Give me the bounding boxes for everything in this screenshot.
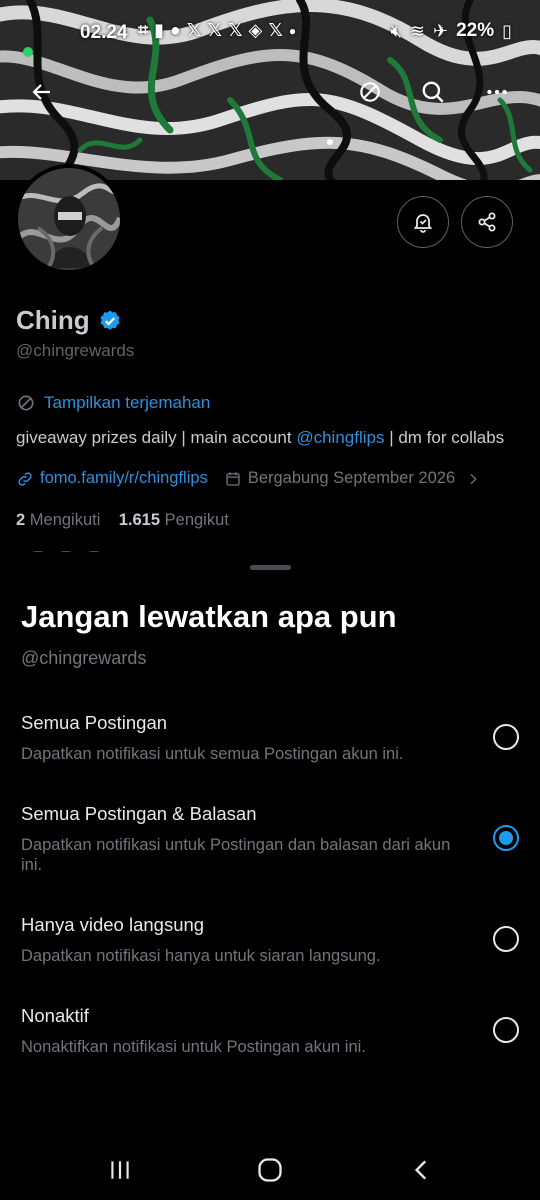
arrow-left-icon bbox=[32, 84, 50, 100]
option-live-video-only[interactable]: Hanya video langsung Dapatkan notifikasi… bbox=[0, 914, 540, 1004]
option-title: Semua Postingan & Balasan bbox=[21, 803, 257, 824]
profile-meta: fomo.family/r/chingflips Bergabung Septe… bbox=[16, 469, 481, 488]
sheet-title: Jangan lewatkan apa pun bbox=[21, 599, 397, 634]
x-icon: 𝕏 bbox=[207, 20, 222, 40]
chevron-left-icon bbox=[414, 1160, 427, 1180]
show-translation-link[interactable]: Tampilkan terjemahan bbox=[16, 393, 210, 413]
radio-all-posts[interactable] bbox=[493, 724, 519, 750]
followers-label: Pengikut bbox=[164, 511, 229, 529]
profile-name: Ching bbox=[16, 305, 122, 336]
notification-settings-sheet: Jangan lewatkan apa pun @chingrewards Se… bbox=[0, 552, 540, 1200]
translate-icon bbox=[18, 395, 34, 411]
battery-icon: ▯ bbox=[502, 20, 512, 41]
radio-posts-and-replies[interactable] bbox=[493, 825, 519, 851]
profile-bio: giveaway prizes daily | main account @ch… bbox=[16, 428, 504, 448]
battery-percent: 22% bbox=[456, 20, 495, 41]
radio-live-video-only[interactable] bbox=[493, 926, 519, 952]
radio-off[interactable] bbox=[493, 1017, 519, 1043]
home-button[interactable] bbox=[248, 1152, 292, 1188]
sheet-drag-handle[interactable] bbox=[250, 565, 291, 570]
profile-website-link[interactable]: fomo.family/r/chingflips bbox=[40, 469, 208, 488]
option-title: Nonaktif bbox=[21, 1005, 89, 1026]
option-posts-and-replies[interactable]: Semua Postingan & Balasan Dapatkan notif… bbox=[0, 803, 540, 893]
more-horizontal-icon bbox=[487, 89, 507, 95]
bio-mention-link[interactable]: @chingflips bbox=[296, 428, 384, 447]
option-description: Dapatkan notifikasi hanya untuk siaran l… bbox=[21, 947, 381, 965]
bio-text: giveaway prizes daily | main account bbox=[16, 428, 297, 447]
translate-icon bbox=[360, 82, 380, 102]
follow-stats: 2 Mengikuti 1.615 Pengikut bbox=[16, 511, 229, 530]
search-button[interactable] bbox=[415, 74, 451, 110]
show-translation-label: Tampilkan terjemahan bbox=[44, 393, 211, 412]
display-name: Ching bbox=[16, 305, 90, 335]
following-count: 2 bbox=[16, 511, 26, 529]
status-bar: 02.24 ⌗ ▮ ● 𝕏 𝕏 𝕏 ◈ 𝕏 ● 🔇︎ ≋ ✈ 22% ▯ bbox=[0, 0, 540, 64]
account-icon: ● bbox=[170, 20, 181, 40]
system-navigation-bar bbox=[0, 1140, 540, 1200]
option-description: Dapatkan notifikasi untuk Postingan dan … bbox=[21, 836, 451, 874]
status-notification-icons: ⌗ ▮ ● 𝕏 𝕏 𝕏 ◈ 𝕏 ● bbox=[138, 20, 296, 41]
profile-avatar[interactable] bbox=[14, 164, 124, 274]
share-icon bbox=[478, 212, 496, 232]
option-description: Nonaktifkan notifikasi untuk Postingan a… bbox=[21, 1038, 366, 1056]
bell-check-icon bbox=[413, 214, 433, 233]
option-off[interactable]: Nonaktif Nonaktifkan notifikasi untuk Po… bbox=[0, 1005, 540, 1095]
bio-text-end: | dm for collabs bbox=[384, 428, 505, 447]
chevron-right-icon[interactable] bbox=[465, 471, 481, 487]
profile-banner: 02.24 ⌗ ▮ ● 𝕏 𝕏 𝕏 ◈ 𝕏 ● 🔇︎ ≋ ✈ 22% ▯ bbox=[0, 0, 540, 180]
verified-badge-icon[interactable] bbox=[98, 309, 122, 333]
signal-bars-icon: ▮ bbox=[154, 20, 165, 40]
option-title: Hanya video langsung bbox=[21, 914, 205, 935]
option-description: Dapatkan notifikasi untuk semua Postinga… bbox=[21, 745, 404, 763]
calendar-icon bbox=[226, 471, 240, 486]
status-time: 02.24 bbox=[80, 22, 128, 43]
translate-button[interactable] bbox=[352, 74, 388, 110]
followers-link[interactable]: 1.615 Pengikut bbox=[119, 511, 229, 529]
recent-apps-button[interactable] bbox=[98, 1152, 142, 1188]
option-title: Semua Postingan bbox=[21, 712, 168, 733]
gift-icon: ⌗ bbox=[138, 20, 149, 40]
x-icon: 𝕏 bbox=[186, 20, 202, 40]
app-icon: ◈ bbox=[248, 20, 263, 40]
wifi-icon: ≋ bbox=[409, 20, 425, 41]
airplane-icon: ✈ bbox=[432, 20, 449, 41]
profile-handle: @chingrewards bbox=[16, 341, 135, 360]
option-all-posts[interactable]: Semua Postingan Dapatkan notifikasi untu… bbox=[0, 712, 540, 802]
joined-date: Bergabung September 2026 bbox=[247, 469, 456, 487]
x-icon: 𝕏 bbox=[268, 20, 283, 40]
status-system-icons: 🔇︎ ≋ ✈ 22% ▯ bbox=[391, 20, 512, 42]
following-label: Mengikuti bbox=[29, 511, 101, 529]
mute-icon: 🔇︎ bbox=[390, 20, 402, 41]
share-button[interactable] bbox=[461, 196, 513, 248]
more-options-button[interactable] bbox=[479, 74, 515, 110]
following-link[interactable]: 2 Mengikuti bbox=[16, 511, 100, 529]
notifications-button[interactable] bbox=[397, 196, 449, 248]
avatar-image bbox=[18, 168, 120, 270]
x-icon: 𝕏 bbox=[227, 20, 243, 40]
back-nav-button[interactable] bbox=[400, 1152, 444, 1188]
recent-apps-icon bbox=[111, 1161, 129, 1179]
followers-count: 1.615 bbox=[118, 511, 161, 529]
home-icon bbox=[258, 1158, 282, 1182]
link-icon bbox=[18, 471, 32, 486]
search-icon bbox=[422, 81, 444, 103]
dot-icon: ● bbox=[288, 23, 297, 38]
back-button[interactable] bbox=[24, 74, 60, 110]
sheet-handle: @chingrewards bbox=[21, 648, 147, 668]
